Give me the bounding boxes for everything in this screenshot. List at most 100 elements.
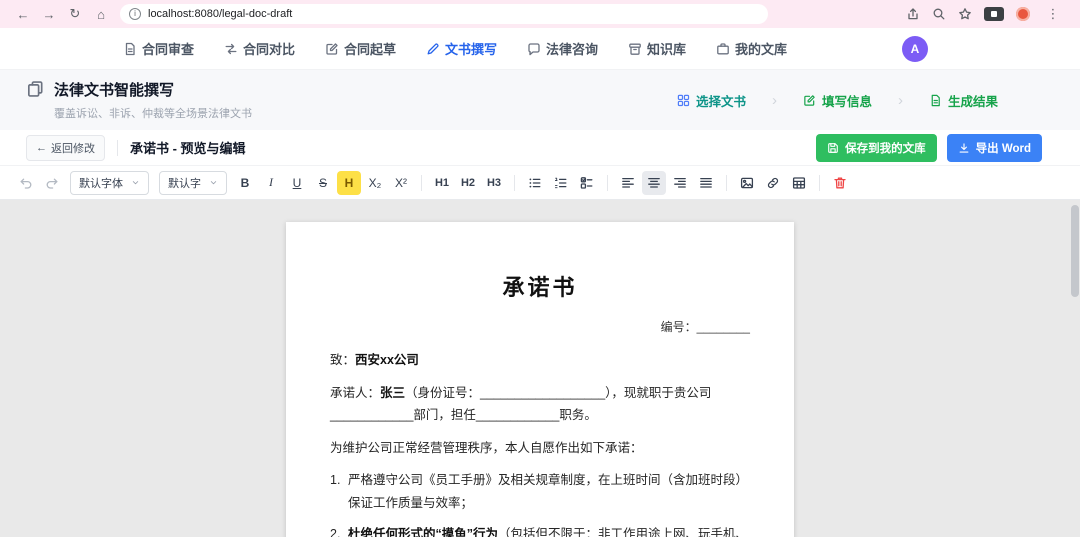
save-button-label: 保存到我的文库 (845, 140, 926, 156)
step-label: 填写信息 (822, 91, 872, 110)
user-avatar[interactable]: A (902, 36, 928, 62)
item-number: 1. (330, 469, 348, 514)
document-view-title: 承诺书 - 预览与编辑 (130, 138, 246, 157)
align-left-button[interactable] (616, 171, 640, 195)
bullet-list-button[interactable] (523, 171, 547, 195)
zoom-icon[interactable] (932, 7, 946, 21)
font-family-select[interactable]: 默认字体 (70, 171, 149, 195)
back-to-edit-button[interactable]: ← 返回修改 (26, 135, 105, 161)
toolbar-divider (726, 175, 727, 191)
promisor-name: 张三 (380, 386, 405, 400)
document-title: 承诺书 (330, 270, 750, 302)
step-result[interactable]: 生成结果 (929, 91, 998, 110)
tab-label: 法律咨询 (546, 39, 598, 58)
redo-button[interactable] (40, 171, 64, 195)
heading2-button[interactable]: H2 (456, 171, 480, 195)
step-select-doc[interactable]: 选择文书 (677, 91, 746, 110)
back-icon[interactable]: ← (12, 7, 34, 22)
image-icon (740, 176, 754, 190)
browser-menu-icon[interactable]: ⋮ (1042, 6, 1064, 22)
subscript-button[interactable]: X₂ (363, 171, 387, 195)
heading1-button[interactable]: H1 (430, 171, 454, 195)
contract-review-icon (123, 42, 137, 56)
tab-my-library[interactable]: 我的文库 (716, 39, 787, 58)
heading3-button[interactable]: H3 (482, 171, 506, 195)
insert-table-button[interactable] (787, 171, 811, 195)
bold-button[interactable]: B (233, 171, 257, 195)
align-left-icon (621, 176, 635, 190)
task-list-button[interactable] (575, 171, 599, 195)
insert-image-button[interactable] (735, 171, 759, 195)
top-navigation: 合同审查 合同对比 合同起草 文书撰写 法律咨询 知识库 我的文库 A (0, 28, 1080, 70)
save-to-library-button[interactable]: 保存到我的文库 (816, 134, 937, 162)
sub-header: ← 返回修改 承诺书 - 预览与编辑 保存到我的文库 导出 Word (0, 130, 1080, 166)
editor-toolbar: 默认字体 默认字 B I U S H X₂ X² H1 H2 H3 (0, 166, 1080, 200)
tab-label: 我的文库 (735, 39, 787, 58)
document-number-line: 编号：________ (330, 318, 750, 335)
delete-button[interactable] (828, 171, 852, 195)
promisor-prefix: 承诺人： (330, 386, 380, 400)
tab-label: 合同起草 (344, 39, 396, 58)
italic-button[interactable]: I (259, 171, 283, 195)
scrollbar-thumb[interactable] (1071, 205, 1079, 297)
address-bar[interactable]: i localhost:8080/legal-doc-draft (120, 4, 768, 24)
item-bold-text: 杜绝任何形式的“摸鱼”行为 (348, 527, 498, 537)
chevron-right-icon: › (772, 92, 777, 109)
item-text: 严格遵守公司《员工手册》及相关规章制度，在上班时间（含加班时段）保证工作质量与效… (348, 469, 750, 514)
grid-icon (677, 94, 690, 107)
briefcase-icon (716, 42, 730, 56)
side-panel-icon[interactable] (984, 7, 1004, 21)
chevron-down-icon (209, 178, 218, 187)
chevron-down-icon (131, 178, 140, 187)
tab-contract-compare[interactable]: 合同对比 (224, 39, 295, 58)
ordered-list-icon (554, 176, 568, 190)
step-fill-info[interactable]: 填写信息 (803, 91, 872, 110)
strikethrough-button[interactable]: S (311, 171, 335, 195)
save-icon (827, 142, 839, 154)
tab-knowledge-base[interactable]: 知识库 (628, 39, 686, 58)
share-icon[interactable] (906, 7, 920, 21)
tab-doc-writing[interactable]: 文书撰写 (426, 39, 497, 58)
side-panel-inner (991, 11, 997, 17)
contract-draft-icon (325, 42, 339, 56)
align-center-button[interactable] (642, 171, 666, 195)
document-item-2: 2. 杜绝任何形式的“摸鱼”行为（包括但不限于：非工作用途上网、玩手机、闲聊等与… (330, 523, 750, 537)
chevron-right-icon: › (898, 92, 903, 109)
toolbar-divider (514, 175, 515, 191)
tab-label: 合同审查 (142, 39, 194, 58)
export-word-button[interactable]: 导出 Word (947, 134, 1042, 162)
contract-compare-icon (224, 42, 238, 56)
tab-legal-consult[interactable]: 法律咨询 (527, 39, 598, 58)
undo-button[interactable] (14, 171, 38, 195)
doc-icon (929, 94, 942, 107)
insert-link-button[interactable] (761, 171, 785, 195)
bookmark-star-icon[interactable] (958, 7, 972, 21)
vertical-scrollbar[interactable] (1071, 200, 1079, 537)
table-icon (792, 176, 806, 190)
align-center-icon (647, 176, 661, 190)
ordered-list-button[interactable] (549, 171, 573, 195)
browser-profile-avatar[interactable] (1016, 7, 1030, 21)
tab-contract-review[interactable]: 合同审查 (123, 39, 194, 58)
font-size-select[interactable]: 默认字 (159, 171, 227, 195)
highlight-button[interactable]: H (337, 171, 361, 195)
addressee-prefix: 致： (330, 353, 355, 367)
document-canvas: 承诺书 编号：________ 致：西安xx公司 承诺人：张三（身份证号：___… (0, 200, 1080, 537)
document-item-1: 1. 严格遵守公司《员工手册》及相关规章制度，在上班时间（含加班时段）保证工作质… (330, 469, 750, 514)
page-title: 法律文书智能撰写 (54, 79, 252, 100)
info-icon[interactable]: i (129, 8, 141, 20)
underline-button[interactable]: U (285, 171, 309, 195)
refresh-icon[interactable]: ↻ (64, 6, 86, 22)
item-text: 杜绝任何形式的“摸鱼”行为（包括但不限于：非工作用途上网、玩手机、闲聊等与工作无… (348, 523, 750, 537)
trash-icon (833, 176, 847, 190)
pen-icon (426, 42, 440, 56)
document-page[interactable]: 承诺书 编号：________ 致：西安xx公司 承诺人：张三（身份证号：___… (286, 222, 794, 537)
superscript-button[interactable]: X² (389, 171, 413, 195)
forward-icon[interactable]: → (38, 7, 60, 22)
export-button-label: 导出 Word (976, 140, 1031, 156)
url-text: localhost:8080/legal-doc-draft (148, 8, 292, 20)
align-right-button[interactable] (668, 171, 692, 195)
tab-contract-draft[interactable]: 合同起草 (325, 39, 396, 58)
align-justify-button[interactable] (694, 171, 718, 195)
home-icon[interactable]: ⌂ (90, 7, 112, 22)
